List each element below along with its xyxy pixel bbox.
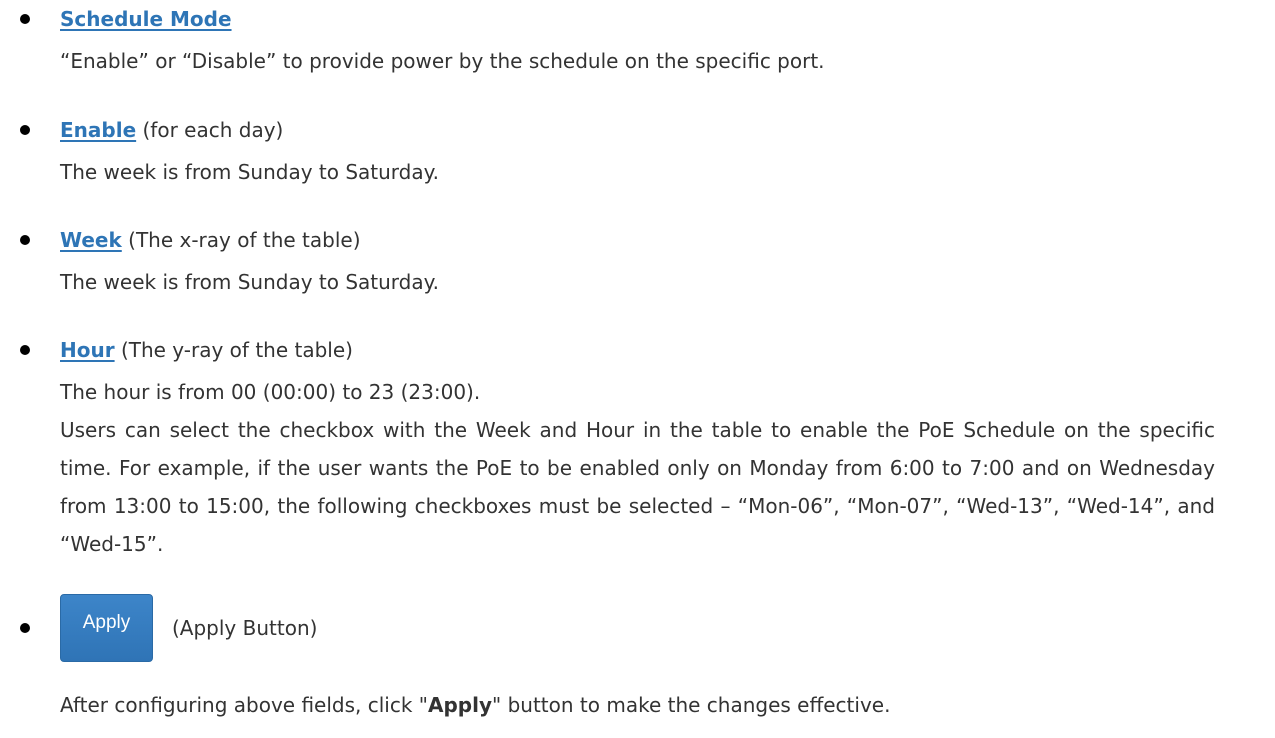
item-paragraph: Users can select the checkbox with the W… [60,418,1215,556]
apply-note-bold: Apply [428,693,493,717]
bullet-icon [20,345,30,355]
bullet-icon [20,125,30,135]
document-page: Schedule Mode “Enable” or “Disable” to p… [0,0,1275,738]
item-description: The week is from Sunday to Saturday. [60,270,439,294]
item-heading: Hour (The y-ray of the table) [60,331,353,369]
item-heading: Week (The x-ray of the table) [60,221,361,259]
bullet-icon [20,235,30,245]
term-suffix: (The y-ray of the table) [114,338,353,362]
item-description: “Enable” or “Disable” to provide power b… [60,49,825,73]
item-description: The hour is from 00 (00:00) to 23 (23:00… [60,380,481,404]
term-enable[interactable]: Enable [60,118,136,142]
item-description: The week is from Sunday to Saturday. [60,160,439,184]
term-suffix: (for each day) [136,118,284,142]
apply-button-caption: (Apply Button) [172,616,318,640]
apply-note: After configuring above fields, click "A… [60,693,891,717]
item-heading: Enable (for each day) [60,111,283,149]
apply-button[interactable]: Apply [60,594,153,662]
bullet-icon [20,14,30,24]
term-schedule-mode[interactable]: Schedule Mode [60,7,232,31]
term-hour[interactable]: Hour [60,338,115,362]
term-week[interactable]: Week [60,228,122,252]
item-heading: Schedule Mode [60,0,232,38]
term-suffix: (The x-ray of the table) [121,228,361,252]
bullet-icon [20,623,30,633]
